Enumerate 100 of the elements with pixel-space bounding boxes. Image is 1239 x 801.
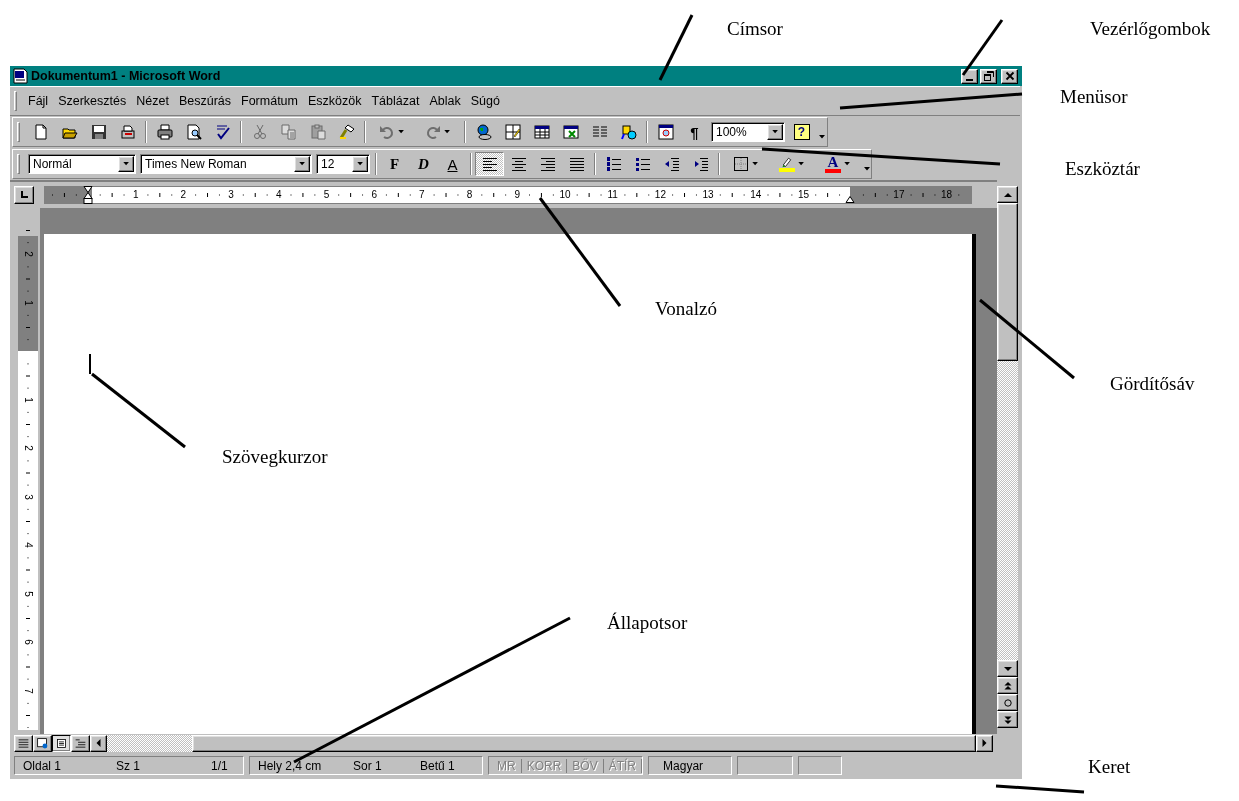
menu-item[interactable]: Ablak	[424, 94, 466, 108]
redo-icon	[425, 124, 441, 140]
scroll-right-button[interactable]	[976, 734, 993, 752]
ruler-number: 14	[749, 188, 763, 202]
next-page-button[interactable]	[997, 711, 1018, 728]
ruler-number: 18	[940, 188, 954, 202]
shapes-icon	[620, 124, 637, 140]
ruler-number: 4	[275, 188, 283, 202]
minimize-button[interactable]	[961, 68, 978, 84]
style-dropdown[interactable]: Normál	[28, 154, 136, 174]
annotation-label: Eszköztár	[1065, 158, 1140, 180]
menu-item[interactable]: Fájl	[23, 94, 54, 108]
bold-button[interactable]: F	[380, 152, 409, 176]
annotation-label: Vonalzó	[655, 298, 717, 320]
justify-icon	[568, 156, 585, 172]
menu-item[interactable]: Nézet	[131, 94, 174, 108]
normal-view-button[interactable]	[14, 734, 33, 752]
outline-view-icon	[74, 736, 87, 750]
ruler-number: 5	[322, 188, 331, 202]
ruler-number: 15	[796, 188, 811, 202]
zoom-dropdown[interactable]: 100%	[711, 122, 785, 142]
printer-icon	[156, 124, 173, 140]
menu-item[interactable]: Táblázat	[366, 94, 425, 108]
clipboard-icon	[309, 124, 326, 140]
ruler-number: 2	[22, 444, 34, 453]
previous-page-button[interactable]	[997, 677, 1018, 694]
annotation-label: Állapotsor	[607, 612, 688, 634]
indent-marker-icon[interactable]	[83, 186, 93, 204]
ruler-number: 3	[22, 492, 34, 502]
increase-indent-icon	[692, 156, 709, 172]
online-layout-button[interactable]	[33, 734, 52, 752]
menu-item[interactable]: Beszúrás	[173, 94, 236, 108]
caret-icon	[298, 162, 306, 166]
ruler-number: 10	[558, 188, 572, 202]
print-preview-icon	[185, 124, 202, 140]
caret-icon	[122, 162, 130, 166]
ruler-number: 2	[22, 250, 34, 259]
scroll-left-button[interactable]	[90, 734, 107, 752]
caret-icon	[864, 167, 870, 171]
caret-icon	[844, 162, 851, 166]
status-pane	[798, 756, 843, 775]
scroll-thumb[interactable]	[997, 203, 1018, 361]
browse-object-button[interactable]	[997, 694, 1018, 711]
document-map-icon	[657, 124, 674, 140]
annotation-label: Keret	[1088, 756, 1131, 778]
ruler-number: 7	[22, 686, 34, 696]
double-down-arrow-icon	[1003, 715, 1012, 724]
close-icon	[1004, 71, 1015, 81]
caret-icon	[444, 130, 451, 134]
annotation-label: Címsor	[727, 18, 783, 40]
restore-button[interactable]	[980, 68, 997, 84]
bulleted-list-icon	[634, 156, 651, 172]
caret-icon	[752, 162, 759, 166]
ruler-number: 6	[22, 638, 34, 647]
ruler-number: 5	[22, 589, 34, 599]
page-layout-button[interactable]	[52, 734, 71, 752]
ruler-number: 1	[131, 188, 140, 202]
leader-line	[961, 19, 1004, 76]
online-layout-icon	[36, 736, 49, 750]
minimize-icon	[966, 78, 973, 81]
menu-item[interactable]: Súgó	[465, 94, 505, 108]
globe-icon	[475, 124, 492, 140]
close-button[interactable]	[1001, 68, 1018, 84]
ruler-number: 3	[227, 188, 235, 202]
underline-button[interactable]: A	[438, 152, 467, 176]
menu-item[interactable]: Szerkesztés	[53, 94, 132, 108]
paintbrush-icon	[338, 124, 355, 140]
ruler-number: 11	[606, 188, 619, 202]
italic-button[interactable]: D	[409, 152, 438, 176]
columns-icon	[591, 124, 608, 140]
status-pane	[737, 756, 794, 775]
help-button[interactable]: ?	[787, 120, 816, 144]
triangle-left-icon	[96, 739, 101, 747]
tab-selector-button[interactable]	[14, 186, 34, 204]
triangle-right-icon	[982, 739, 987, 747]
font-size-dropdown[interactable]: 12	[316, 154, 370, 174]
decrease-indent-icon	[663, 156, 680, 172]
copy-icon	[280, 124, 297, 140]
menu-item[interactable]: Formátum	[236, 94, 303, 108]
restore-icon	[983, 71, 994, 81]
spelling-check-icon	[214, 124, 231, 140]
align-left-button[interactable]	[475, 152, 504, 176]
align-left-icon	[481, 156, 498, 172]
font-dropdown[interactable]: Times New Roman	[140, 154, 312, 174]
font-color-button[interactable]: A	[815, 152, 861, 176]
scroll-down-button[interactable]	[997, 660, 1018, 677]
left-tab-icon	[19, 190, 29, 200]
outline-view-button[interactable]	[71, 734, 90, 752]
window-title: Dokumentum1 - Microsoft Word	[31, 69, 221, 83]
scroll-up-button[interactable]	[997, 186, 1018, 203]
document-app-icon	[12, 68, 28, 84]
align-center-icon	[510, 156, 527, 172]
caret-icon	[798, 162, 805, 166]
annotation-label: Gördítősáv	[1110, 373, 1195, 395]
menu-item[interactable]: Eszközök	[302, 94, 367, 108]
right-indent-marker-icon[interactable]	[845, 196, 855, 203]
ruler-number: 8	[465, 188, 474, 202]
new-document-icon	[32, 124, 49, 140]
ruler-number: 9	[513, 188, 522, 202]
show-formatting-button[interactable]: ¶	[680, 120, 709, 144]
